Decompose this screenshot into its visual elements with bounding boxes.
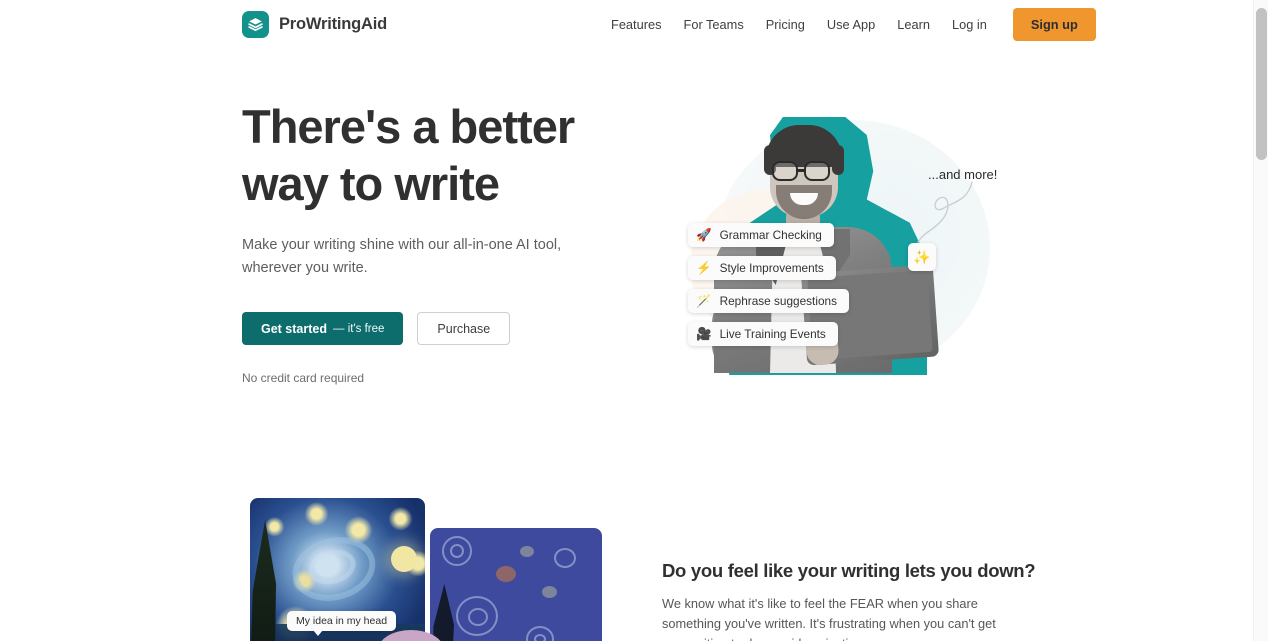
hero-title-line-1: There's a better <box>242 100 575 153</box>
scrollbar-thumb[interactable] <box>1256 8 1267 160</box>
nav-item-use-app[interactable]: Use App <box>816 11 886 38</box>
sparkles-icon-card[interactable]: ✨ <box>908 243 936 271</box>
nav-item-pricing[interactable]: Pricing <box>755 11 816 38</box>
sparkles-icon: ✨ <box>913 248 931 265</box>
video-camera-icon: 🎥 <box>696 326 712 341</box>
feature-card-live-training-events[interactable]: 🎥 Live Training Events <box>688 322 838 346</box>
rocket-icon: 🚀 <box>696 227 712 242</box>
feature-card-rephrase-suggestions[interactable]: 🪄 Rephrase suggestions <box>688 289 849 313</box>
purchase-button[interactable]: Purchase <box>417 312 511 345</box>
hero-title: There's a better way to write <box>242 98 642 212</box>
sign-up-button[interactable]: Sign up <box>1012 7 1096 41</box>
prowritingaid-logo-icon <box>242 10 269 38</box>
brand-logo-link[interactable]: ProWritingAid <box>242 10 388 38</box>
get-started-free-suffix: — it's free <box>333 322 385 335</box>
and-more-label: ...and more! <box>928 167 998 182</box>
site-header: ProWritingAid Features For Teams Pricing… <box>0 0 1253 48</box>
magic-wand-icon: 🪄 <box>696 293 712 308</box>
lower-section-text: Do you feel like your writing lets you d… <box>662 560 1036 641</box>
feature-card-list: 🚀 Grammar Checking ⚡ Style Improvements … <box>688 223 849 346</box>
lower-section-body: We know what it's like to feel the FEAR … <box>662 596 996 641</box>
get-started-button[interactable]: Get started — it's free <box>242 312 404 345</box>
feature-card-label: Live Training Events <box>719 327 826 341</box>
feature-card-label: Style Improvements <box>719 261 824 275</box>
glasses-icon <box>772 161 798 181</box>
feature-card-label: Rephrase suggestions <box>719 294 837 308</box>
no-credit-card-note: No credit card required <box>242 371 365 385</box>
idea-caption-bubble: My idea in my head <box>287 611 397 636</box>
get-started-label: Get started <box>261 321 327 336</box>
idea-vs-reality-images: My idea in my head <box>250 498 602 641</box>
nav-item-for-teams[interactable]: For Teams <box>673 11 755 38</box>
nav-item-learn[interactable]: Learn <box>886 11 941 38</box>
hero-title-line-2: way to write <box>242 157 500 210</box>
page-scrollbar[interactable] <box>1253 0 1268 641</box>
feature-card-grammar-checking[interactable]: 🚀 Grammar Checking <box>688 223 834 247</box>
hero-cta-group: Get started — it's free Purchase <box>242 312 642 345</box>
flat-starry-night-image <box>430 528 602 641</box>
brand-name: ProWritingAid <box>279 14 388 33</box>
feature-card-style-improvements[interactable]: ⚡ Style Improvements <box>688 256 836 280</box>
hero-illustration: 🚀 Grammar Checking ⚡ Style Improvements … <box>660 95 1020 395</box>
feature-card-label: Grammar Checking <box>719 228 822 242</box>
hero-subtitle: Make your writing shine with our all-in-… <box>242 237 562 276</box>
lightning-icon: ⚡ <box>696 260 712 275</box>
nav-item-features[interactable]: Features <box>600 11 673 38</box>
page-root: ProWritingAid Features For Teams Pricing… <box>0 0 1268 641</box>
main-navigation: Features For Teams Pricing Use App Learn… <box>600 7 1096 41</box>
lower-section-title: Do you feel like your writing lets you d… <box>662 560 1036 581</box>
nav-item-log-in[interactable]: Log in <box>941 11 998 38</box>
hero-content: There's a better way to write Make your … <box>242 98 642 385</box>
